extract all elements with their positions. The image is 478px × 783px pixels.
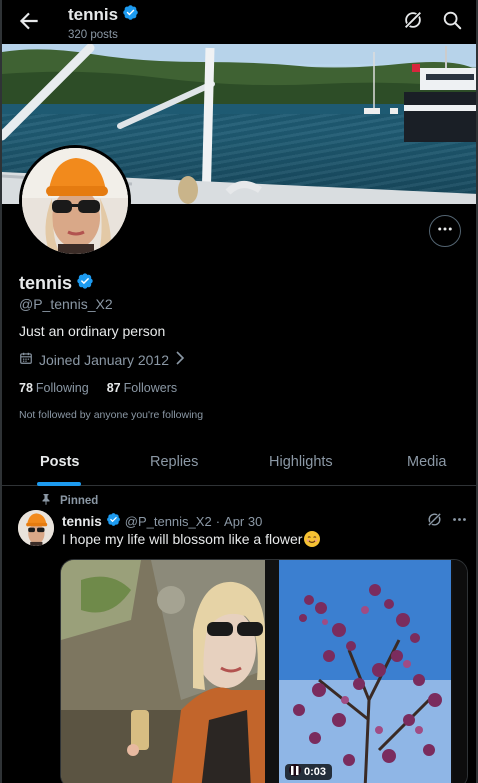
posts-count: 320 posts bbox=[68, 29, 118, 41]
profile-page: tennis 320 posts tennis @P_tennis_X2 Jus… bbox=[0, 0, 478, 783]
post-date[interactable]: Apr 30 bbox=[224, 514, 262, 529]
arrow-left-icon[interactable] bbox=[16, 8, 42, 34]
tab-posts[interactable]: Posts bbox=[40, 454, 80, 470]
media-video-flowers[interactable]: 0:03 bbox=[279, 560, 451, 783]
profile-name-row: tennis bbox=[19, 272, 94, 295]
grok-icon[interactable] bbox=[426, 511, 444, 529]
pinned-indicator: Pinned bbox=[40, 493, 98, 508]
more-horizontal-icon bbox=[436, 220, 454, 243]
pin-icon bbox=[40, 493, 52, 508]
header-title-block: tennis 320 posts bbox=[68, 4, 139, 41]
smiling-face-emoji-icon bbox=[304, 531, 321, 547]
profile-bio: Just an ordinary person bbox=[19, 323, 166, 339]
post-author-avatar[interactable] bbox=[18, 510, 54, 546]
joined-date[interactable]: Joined January 2012 bbox=[19, 351, 185, 368]
chevron-right-icon bbox=[175, 351, 185, 368]
video-duration-badge: 0:03 bbox=[285, 764, 333, 780]
following-count: 78 bbox=[19, 381, 33, 395]
calendar-icon bbox=[19, 351, 33, 368]
yacht bbox=[404, 46, 476, 142]
joined-label: Joined January 2012 bbox=[39, 351, 169, 368]
not-followed-note: Not followed by anyone you're following bbox=[19, 409, 204, 421]
tab-media[interactable]: Media bbox=[407, 454, 447, 470]
post-header: tennis @P_tennis_X2 · Apr 30 bbox=[62, 512, 262, 530]
following-link[interactable]: 78 Following bbox=[19, 381, 89, 395]
followers-link[interactable]: 87 Followers bbox=[107, 381, 177, 395]
profile-avatar[interactable] bbox=[19, 145, 131, 257]
post-author-handle[interactable]: @P_tennis_X2 bbox=[125, 514, 212, 529]
followers-count: 87 bbox=[106, 381, 121, 395]
profile-name: tennis bbox=[19, 273, 73, 293]
tab-replies[interactable]: Replies bbox=[150, 454, 198, 470]
media-next-preview[interactable] bbox=[453, 560, 467, 783]
header-title: tennis bbox=[68, 5, 119, 24]
verified-badge-icon bbox=[76, 272, 94, 295]
post-text: I hope my life will blossom like a flowe… bbox=[62, 531, 303, 547]
profile-tabs: Posts Replies Highlights Media bbox=[2, 440, 476, 486]
followers-label: Followers bbox=[123, 381, 178, 395]
post-separator: · bbox=[215, 513, 221, 529]
post-author-name[interactable]: tennis bbox=[62, 514, 102, 529]
verified-badge-icon bbox=[106, 512, 121, 530]
pinned-label: Pinned bbox=[60, 494, 99, 507]
search-icon[interactable] bbox=[441, 9, 465, 33]
follow-stats: 78 Following 87 Followers bbox=[19, 381, 177, 395]
profile-handle: @P_tennis_X2 bbox=[19, 296, 113, 312]
more-horizontal-icon[interactable] bbox=[451, 511, 469, 529]
post-media-gallery: 0:03 bbox=[60, 559, 468, 783]
pause-icon bbox=[291, 766, 299, 778]
following-label: Following bbox=[35, 381, 89, 395]
media-photo-selfie[interactable] bbox=[61, 560, 265, 783]
grok-icon[interactable] bbox=[402, 9, 426, 33]
active-tab-indicator bbox=[37, 482, 81, 486]
video-duration: 0:03 bbox=[304, 766, 327, 778]
tab-highlights[interactable]: Highlights bbox=[269, 454, 333, 470]
top-bar: tennis 320 posts bbox=[2, 0, 476, 44]
post-text-row: I hope my life will blossom like a flowe… bbox=[62, 531, 321, 547]
more-options-button[interactable] bbox=[429, 215, 461, 247]
verified-badge-icon bbox=[122, 4, 139, 26]
